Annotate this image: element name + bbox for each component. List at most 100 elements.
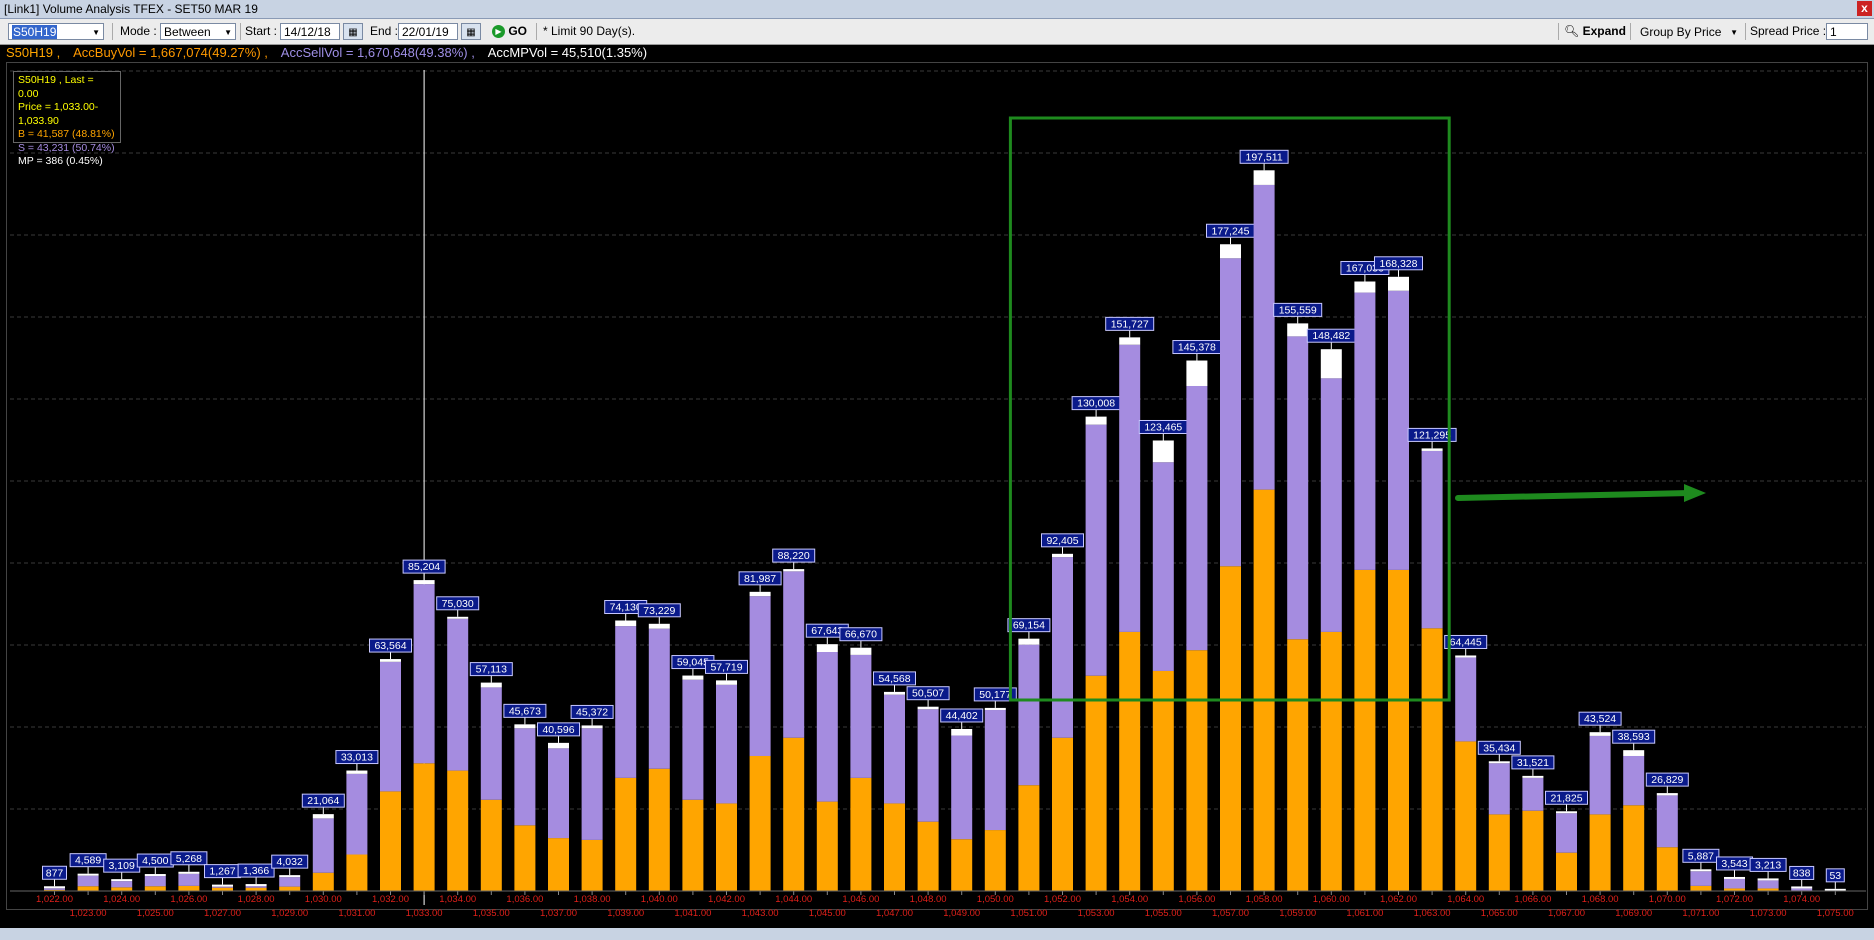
bar-mp: [816, 644, 838, 652]
data-label: 45,372: [576, 706, 608, 718]
bar-sell: [1488, 763, 1510, 815]
bar-sell: [850, 654, 872, 778]
bar-sell: [716, 684, 737, 804]
x-tick-label: 1,034.00: [439, 894, 476, 905]
data-label: 50,507: [912, 688, 944, 700]
bar-sell: [1589, 735, 1611, 815]
bar-sell: [1052, 557, 1073, 738]
x-tick-label: 1,053.00: [1078, 908, 1115, 919]
bar-mp: [279, 875, 301, 878]
bar-buy: [514, 825, 536, 891]
bar-buy: [111, 887, 133, 891]
bar-mp: [1220, 244, 1241, 259]
x-tick-label: 1,057.00: [1212, 908, 1249, 919]
bar-sell: [581, 728, 603, 840]
bar-mp: [1656, 793, 1678, 796]
bar-sell: [884, 694, 905, 804]
x-tick-label: 1,066.00: [1514, 894, 1551, 905]
data-label: 130,008: [1077, 398, 1115, 410]
bar-mp: [1757, 878, 1779, 881]
x-tick-label: 1,060.00: [1313, 894, 1350, 905]
info-symbol: S50H19 , Last = 0.00: [18, 74, 94, 100]
bar-buy: [1085, 675, 1107, 891]
x-tick-label: 1,056.00: [1178, 894, 1215, 905]
bar-buy: [1052, 737, 1073, 891]
bar-sell: [1119, 344, 1141, 632]
data-label: 35,434: [1483, 742, 1515, 754]
bar-buy: [951, 839, 973, 891]
bar-sell: [1220, 258, 1241, 567]
bar-sell: [1724, 878, 1745, 889]
bar-mp: [312, 814, 334, 819]
data-label: 838: [1793, 867, 1811, 879]
bar-sell: [1757, 880, 1779, 889]
volume-chart[interactable]: 877 1,022.00 4,589 1,023.00 3,109 1,024.00 4,5…: [0, 0, 1874, 940]
bar-buy: [279, 886, 301, 891]
bar-mp: [783, 569, 805, 572]
info-sell: S = 43,231 (50.74%): [18, 141, 115, 154]
data-label: 197,511: [1246, 151, 1283, 163]
bar-sell: [749, 596, 771, 756]
bar-buy: [850, 777, 872, 891]
bar-mp: [1354, 281, 1376, 293]
bar-buy: [581, 839, 603, 891]
data-label: 69,154: [1013, 620, 1045, 632]
data-label: 21,064: [307, 795, 339, 807]
bar-buy: [1253, 489, 1275, 891]
x-tick-label: 1,052.00: [1044, 894, 1081, 905]
data-label: 3,109: [109, 860, 135, 872]
bar-sell: [413, 584, 435, 764]
bar-sell: [1690, 871, 1712, 886]
x-tick-label: 1,073.00: [1750, 908, 1787, 919]
bar-mp: [682, 675, 704, 680]
x-tick-label: 1,032.00: [372, 894, 409, 905]
bar-buy: [1589, 814, 1611, 891]
x-tick-label: 1,028.00: [238, 894, 275, 905]
data-label: 53: [1829, 870, 1841, 882]
bar-mp: [1623, 750, 1645, 756]
bar-buy: [783, 737, 805, 891]
bar-mp: [380, 659, 401, 662]
bar-mp: [514, 724, 536, 729]
bar-mp: [1085, 416, 1107, 425]
bar-sell: [514, 728, 536, 826]
data-label: 1,267: [209, 866, 235, 878]
bar-sell: [1388, 290, 1409, 570]
x-tick-label: 1,050.00: [977, 894, 1014, 905]
bar-sell: [816, 651, 838, 802]
x-tick-label: 1,033.00: [406, 908, 443, 919]
data-label: 43,524: [1584, 713, 1616, 725]
bar-sell: [245, 886, 267, 888]
data-label: 145,378: [1178, 342, 1216, 354]
x-tick-label: 1,026.00: [170, 894, 207, 905]
data-label: 63,564: [374, 640, 406, 652]
bar-buy: [1220, 566, 1241, 891]
x-tick-label: 1,035.00: [473, 908, 510, 919]
bar-buy: [716, 803, 737, 891]
bar-mp: [44, 886, 65, 889]
bar-sell: [447, 618, 469, 771]
bar-mp: [144, 874, 166, 877]
bar-buy: [1488, 814, 1510, 891]
data-label: 88,220: [778, 550, 810, 562]
x-tick-label: 1,040.00: [641, 894, 678, 905]
x-tick-label: 1,023.00: [70, 908, 107, 919]
bar-sell: [1656, 795, 1678, 848]
bar-sell: [1455, 657, 1477, 742]
bar-sell: [1421, 450, 1443, 629]
bar-sell: [111, 881, 133, 888]
x-tick-label: 1,030.00: [305, 894, 342, 905]
bar-mp: [1421, 448, 1443, 451]
data-label: 5,268: [176, 853, 202, 865]
data-label: 21,825: [1550, 792, 1582, 804]
bar-buy: [1455, 741, 1477, 891]
bar-mp: [1522, 775, 1544, 778]
data-label: 59,045: [677, 657, 709, 669]
data-label: 67,643: [811, 625, 843, 637]
data-label: 877: [46, 867, 64, 879]
bar-sell: [1354, 292, 1376, 570]
x-tick-label: 1,039.00: [607, 908, 644, 919]
bar-buy: [178, 885, 200, 891]
bar-sell: [279, 877, 301, 887]
info-mp: MP = 386 (0.45%): [18, 155, 103, 167]
